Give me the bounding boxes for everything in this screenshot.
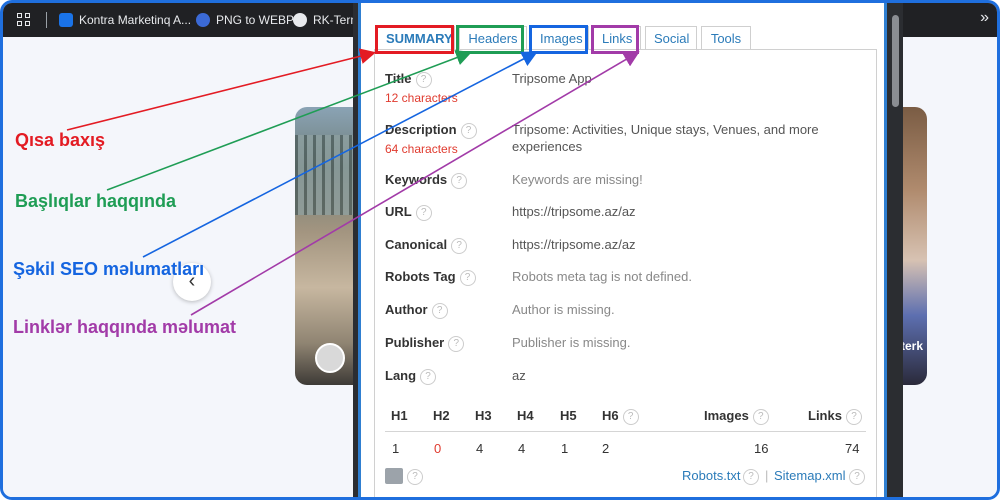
stat-h6-header: H6? — [602, 408, 639, 425]
bookmark-label: Kontra Marketinq A... — [79, 13, 192, 27]
help-icon[interactable]: ? — [420, 368, 437, 385]
tab-headers[interactable]: Headers — [459, 26, 527, 50]
bookmarks-overflow-button[interactable]: » — [980, 9, 989, 27]
robots-tag-value: Robots meta tag is not defined. — [512, 269, 692, 284]
help-icon[interactable]: ? — [451, 237, 468, 254]
carousel-card-right[interactable]: terk — [901, 107, 927, 385]
annotation-headers: Başlıqlar haqqında — [15, 191, 177, 211]
avatar — [315, 343, 345, 373]
help-icon[interactable]: ? — [431, 302, 448, 319]
help-icon[interactable]: ? — [407, 469, 423, 485]
tab-tools[interactable]: Tools — [701, 26, 751, 50]
help-icon[interactable]: ? — [415, 204, 432, 221]
tab-links[interactable]: Links — [593, 26, 641, 50]
stat-h4-value: 4 — [518, 441, 526, 456]
tab-summary[interactable]: SUMMARY — [377, 26, 455, 50]
help-icon[interactable]: ? — [459, 269, 476, 286]
robots-txt-link[interactable]: Robots.txt — [682, 468, 741, 483]
url-value[interactable]: https://tripsome.az/az — [512, 203, 636, 220]
url-label: URL? — [385, 204, 432, 221]
title-label: Title? — [385, 71, 432, 88]
card-title: terk — [901, 339, 924, 353]
description-char-count: 64 characters — [385, 142, 458, 156]
footer-divider: | — [765, 468, 769, 483]
carousel-card-left[interactable] — [295, 107, 357, 385]
title-char-count: 12 characters — [385, 91, 458, 105]
stat-h3-value: 4 — [476, 441, 484, 456]
tab-images[interactable]: Images — [531, 26, 589, 50]
help-icon[interactable]: ? — [845, 408, 862, 425]
stat-h3-header: H3 — [475, 408, 492, 423]
canonical-value[interactable]: https://tripsome.az/az — [512, 236, 636, 253]
sitemap-xml-link[interactable]: Sitemap.xml — [774, 468, 846, 483]
help-icon[interactable]: ? — [752, 408, 769, 425]
help-icon[interactable]: ? — [460, 122, 477, 139]
publisher-label: Publisher? — [385, 335, 465, 352]
help-icon[interactable]: ? — [849, 469, 865, 485]
stat-h6-value: 2 — [602, 441, 610, 456]
bookmark-label: PNG to WEBP — [216, 13, 295, 27]
stats-divider — [385, 431, 866, 432]
bookmark-kontra[interactable]: Kontra Marketinq A... — [59, 3, 191, 37]
png-webp-favicon-icon — [196, 13, 210, 27]
description-label: Description? — [385, 122, 477, 139]
globe-icon — [293, 13, 307, 27]
stat-h5-value: 1 — [561, 441, 569, 456]
keywords-label: Keywords? — [385, 172, 468, 189]
stat-links-value: 74 — [845, 441, 860, 456]
stat-h2-header: H2 — [433, 408, 450, 423]
stat-h5-header: H5 — [560, 408, 577, 423]
author-value: Author is missing. — [512, 302, 615, 317]
author-label: Author? — [385, 302, 448, 319]
canonical-label: Canonical? — [385, 237, 468, 254]
help-icon[interactable]: ? — [448, 335, 465, 352]
stat-h2-value: 0 — [434, 441, 442, 456]
stat-images-header: Images? — [704, 408, 769, 425]
lang-label: Lang? — [385, 368, 437, 385]
stat-images-value: 16 — [754, 441, 769, 456]
seo-extension-popup: SUMMARY Headers Images Links Social Tool… — [358, 3, 887, 497]
annotation-images: Şəkil SEO məlumatları — [13, 259, 205, 279]
screenshot-frame: Kontra Marketinq A... PNG to WEBP RK-Ter… — [0, 0, 1000, 500]
chart-icon[interactable] — [385, 468, 403, 484]
bookmark-png-to-webp[interactable]: PNG to WEBP — [196, 3, 294, 37]
annotation-summary: Qısa baxış — [15, 130, 106, 150]
description-value: Tripsome: Activities, Unique stays, Venu… — [512, 122, 819, 154]
lang-value: az — [512, 368, 526, 383]
help-icon[interactable]: ? — [622, 408, 639, 425]
popup-scrollbar-thumb[interactable] — [892, 15, 899, 107]
apps-grid-icon[interactable] — [17, 13, 31, 27]
keywords-value: Keywords are missing! — [512, 172, 643, 187]
help-icon[interactable]: ? — [451, 172, 468, 189]
stat-links-header: Links? — [808, 408, 862, 425]
annotation-links: Linklər haqqında məlumat — [13, 317, 237, 337]
help-icon[interactable]: ? — [743, 469, 759, 485]
title-value: Tripsome App — [512, 71, 592, 86]
bookmarks-separator — [46, 12, 47, 28]
robots-tag-label: Robots Tag? — [385, 269, 476, 286]
card-photo — [295, 135, 357, 215]
stat-h4-header: H4 — [517, 408, 534, 423]
kontra-favicon-icon — [59, 13, 73, 27]
help-icon[interactable]: ? — [415, 71, 432, 88]
tab-social[interactable]: Social — [645, 26, 697, 50]
stat-h1-header: H1 — [391, 408, 408, 423]
publisher-value: Publisher is missing. — [512, 335, 631, 350]
stat-h1-value: 1 — [392, 441, 400, 456]
